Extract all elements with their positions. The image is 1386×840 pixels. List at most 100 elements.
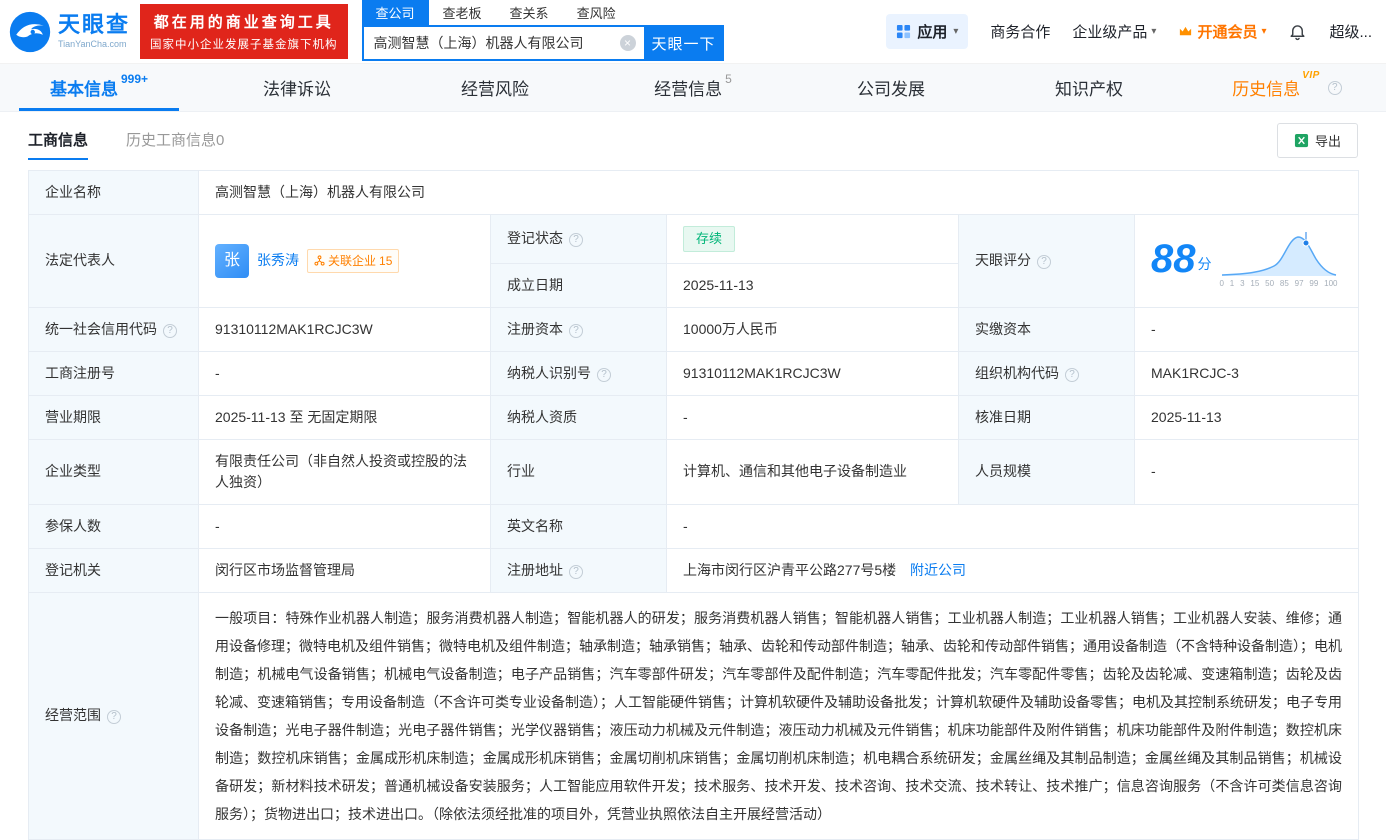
company-type-value: 有限责任公司（非自然人投资或控股的法人独资）	[198, 438, 491, 505]
question-icon[interactable]: ?	[1065, 367, 1079, 382]
field-label-text: 组织机构代码	[975, 364, 1059, 381]
nearby-companies-link[interactable]: 附近公司	[910, 562, 966, 578]
field-label-text: 注册地址	[507, 561, 563, 578]
field-label: 成立日期	[490, 262, 667, 308]
tab-basic-info[interactable]: 基本信息 999+	[0, 64, 198, 111]
field-label: 经营范围?	[28, 591, 199, 840]
business-scope-text: 一般项目：特殊作业机器人制造；服务消费机器人制造；智能机器人的研发；服务消费机器…	[215, 609, 1343, 822]
field-label: 注册地址?	[490, 547, 667, 593]
subtab-business-info[interactable]: 工商信息	[28, 129, 89, 160]
business-info-table: 企业名称 高测智慧（上海）机器人有限公司 法定代表人 张 张秀涛 关联企业 15	[28, 170, 1360, 840]
tab-badge: 999+	[120, 72, 149, 86]
apps-label: 应用	[917, 24, 948, 41]
slogan-line2: 国家中小企业发展子基金旗下机构	[150, 39, 338, 51]
vip-badge: VIP	[1302, 70, 1320, 81]
field-label-text: 纳税人识别号	[507, 364, 591, 381]
field-label: 工商注册号	[28, 350, 199, 396]
search-input-wrap: ×	[361, 25, 644, 61]
score-axis: 0 1 3 15 50 85 97 99 100	[1219, 279, 1338, 289]
field-label: 人员规模	[958, 438, 1135, 505]
question-icon[interactable]: ?	[163, 323, 177, 338]
avatar[interactable]: 张	[215, 243, 249, 278]
table-row: 企业类型 有限责任公司（非自然人投资或控股的法人独资） 行业 计算机、通信和其他…	[28, 438, 1360, 505]
reg-capital-value: 10000万人民币	[666, 306, 959, 352]
apps-menu[interactable]: 应用 ▾	[886, 14, 969, 49]
company-name-value: 高测智慧（上海）机器人有限公司	[197, 170, 1360, 215]
field-label: 统一社会信用代码?	[28, 306, 199, 352]
field-label-text: 注册资本	[507, 320, 563, 337]
score-cell[interactable]: 88 分 0 1 3 15 50 85 97 99 100	[1133, 214, 1360, 308]
caret-down-icon: ▾	[953, 26, 959, 37]
table-row: 经营范围? 一般项目：特殊作业机器人制造；服务消费机器人制造；智能机器人的研发；…	[28, 591, 1360, 840]
reg-authority-value: 闵行区市场监督管理局	[198, 547, 491, 593]
tab-history-info[interactable]: 历史信息 VIP ?	[1188, 64, 1386, 111]
table-row: 登记机关 闵行区市场监督管理局 注册地址? 上海市闵行区沪青平公路277号5楼 …	[28, 547, 1360, 593]
org-code-value: MAK1RCJC-3	[1133, 350, 1360, 396]
staff-size-value: -	[1133, 438, 1360, 505]
company-nav-tabs: 基本信息 999+ 法律诉讼 经营风险 经营信息 5 公司发展 知识产权 历史信…	[0, 64, 1386, 112]
field-label: 组织机构代码?	[958, 350, 1135, 396]
notifications-button[interactable]	[1288, 22, 1307, 41]
table-row: 统一社会信用代码? 91310112MAK1RCJC3W 注册资本? 10000…	[28, 306, 1360, 352]
table-row: 参保人数 - 英文名称 -	[28, 503, 1360, 549]
search-tab-boss[interactable]: 查老板	[429, 0, 496, 25]
field-label: 企业类型	[28, 438, 199, 505]
business-term-value: 2025-11-13 至 无固定期限	[198, 394, 491, 440]
slogan-line1: 都在用的商业查询工具	[153, 14, 334, 31]
caret-down-icon: ▾	[1261, 26, 1267, 37]
search-tab-risk[interactable]: 查风险	[563, 0, 630, 25]
tab-intellectual-property[interactable]: 知识产权	[990, 64, 1188, 111]
field-label-text: 天眼评分	[975, 252, 1031, 269]
question-icon[interactable]: ?	[597, 367, 611, 382]
field-label-text: 登记状态	[507, 230, 563, 247]
question-icon[interactable]: ?	[569, 323, 583, 338]
field-label: 英文名称	[490, 503, 667, 549]
super-vip-menu[interactable]: 超级...	[1329, 21, 1372, 42]
field-label: 实缴资本	[958, 306, 1135, 352]
question-icon[interactable]: ?	[569, 564, 583, 579]
search-tab-company[interactable]: 查公司	[361, 0, 429, 25]
related-companies-badge[interactable]: 关联企业 15	[307, 248, 400, 273]
open-vip-menu[interactable]: 开通会员 ▾	[1178, 21, 1266, 42]
biz-coop-label: 商务合作	[990, 24, 1051, 41]
question-icon[interactable]: ?	[1327, 80, 1342, 95]
enterprise-product-menu[interactable]: 企业级产品 ▾	[1072, 21, 1156, 42]
taxpayer-quality-value: -	[666, 394, 959, 440]
legal-rep-cell: 张 张秀涛 关联企业 15	[198, 214, 491, 308]
field-label: 法定代表人	[28, 214, 199, 308]
reg-number-value: -	[198, 350, 491, 396]
logo-domain: TianYanCha.com	[58, 38, 127, 49]
tab-label: 法律诉讼	[263, 80, 331, 99]
tab-company-development[interactable]: 公司发展	[792, 64, 990, 111]
legal-rep-link[interactable]: 张秀涛	[257, 250, 299, 271]
tab-label: 公司发展	[857, 80, 925, 99]
export-button[interactable]: 导出	[1276, 122, 1358, 158]
question-icon[interactable]: ?	[1037, 255, 1051, 270]
search-tab-relation[interactable]: 查关系	[496, 0, 563, 25]
question-icon[interactable]: ?	[107, 710, 121, 724]
grid-icon	[897, 24, 911, 39]
clear-icon[interactable]: ×	[619, 35, 636, 51]
crown-icon	[1180, 26, 1192, 36]
tab-legal-litigation[interactable]: 法律诉讼	[198, 64, 396, 111]
field-label-text: 统一社会信用代码	[45, 320, 157, 337]
establish-date-value: 2025-11-13	[666, 262, 959, 308]
field-label: 参保人数	[28, 503, 199, 549]
subtab-history-business-info[interactable]: 历史工商信息0	[126, 129, 224, 160]
search-input[interactable]	[363, 27, 644, 59]
search-button[interactable]: 天眼一下	[643, 25, 724, 61]
question-icon[interactable]: ?	[569, 233, 583, 248]
approval-date-value: 2025-11-13	[1133, 394, 1360, 440]
field-label: 纳税人识别号?	[490, 350, 667, 396]
tianyancha-logo[interactable]: 天眼查 TianYanCha.com	[8, 10, 130, 54]
header-menu: 应用 ▾ 商务合作 企业级产品 ▾ 开通会员 ▾ 超级...	[886, 14, 1372, 49]
biz-coop-menu[interactable]: 商务合作	[990, 21, 1050, 42]
credit-code-value: 91310112MAK1RCJC3W	[198, 306, 491, 352]
tab-operation-risk[interactable]: 经营风险	[396, 64, 594, 111]
score-unit: 分	[1197, 256, 1212, 273]
related-companies-icon	[314, 255, 325, 266]
table-row: 法定代表人 张 张秀涛 关联企业 15 登记状态? 存续 天眼评分 ? 88 分…	[28, 214, 1360, 308]
search-tabs: 查公司 查老板 查关系 查风险	[361, 0, 724, 25]
tab-operation-info[interactable]: 经营信息 5	[594, 64, 792, 111]
reg-address-cell: 上海市闵行区沪青平公路277号5楼 附近公司	[665, 547, 1360, 593]
